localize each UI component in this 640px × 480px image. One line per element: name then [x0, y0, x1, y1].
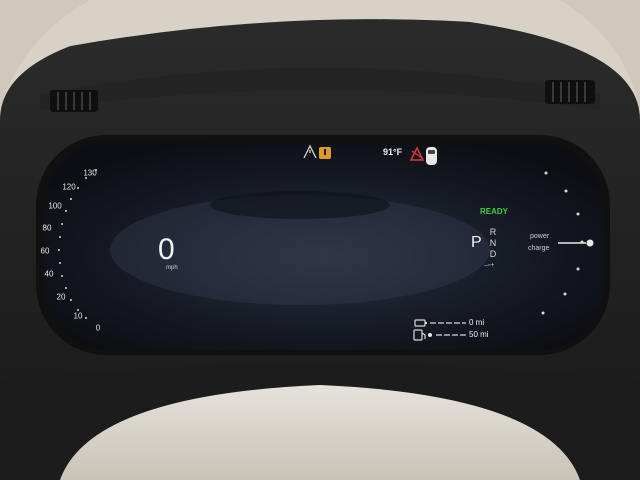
speed-tick-label: 40: [44, 269, 54, 279]
gear-r: R: [489, 227, 497, 237]
speed-tick-label: 0: [95, 323, 101, 333]
speed-value: 0: [158, 233, 175, 266]
warning-icon: [319, 147, 331, 159]
outside-temperature: 91°F: [383, 147, 403, 157]
fuel-range: 50 mi: [469, 330, 489, 339]
current-gear: P: [471, 234, 482, 251]
dashboard-scene: [0, 0, 640, 480]
car-icon: [426, 147, 437, 165]
speed-tick-label: 60: [40, 246, 50, 256]
speed-tick-label: 130: [83, 168, 97, 178]
speed-tick-label: 20: [56, 292, 66, 302]
speed-tick-label: 10: [73, 311, 83, 321]
gear-d: D: [489, 249, 497, 259]
speed-tick-label: 120: [62, 182, 76, 192]
speed-unit: mph: [166, 265, 178, 271]
charge-label: charge: [528, 245, 550, 252]
speed-tick-label: 100: [48, 201, 62, 211]
shift-hint-icon: –▫+: [484, 262, 495, 269]
power-label: power: [530, 233, 550, 240]
ready-status: READY: [480, 207, 509, 216]
gear-n: N: [489, 238, 497, 248]
electric-range: 0 mi: [469, 318, 485, 327]
speed-tick-label: 80: [42, 223, 52, 233]
